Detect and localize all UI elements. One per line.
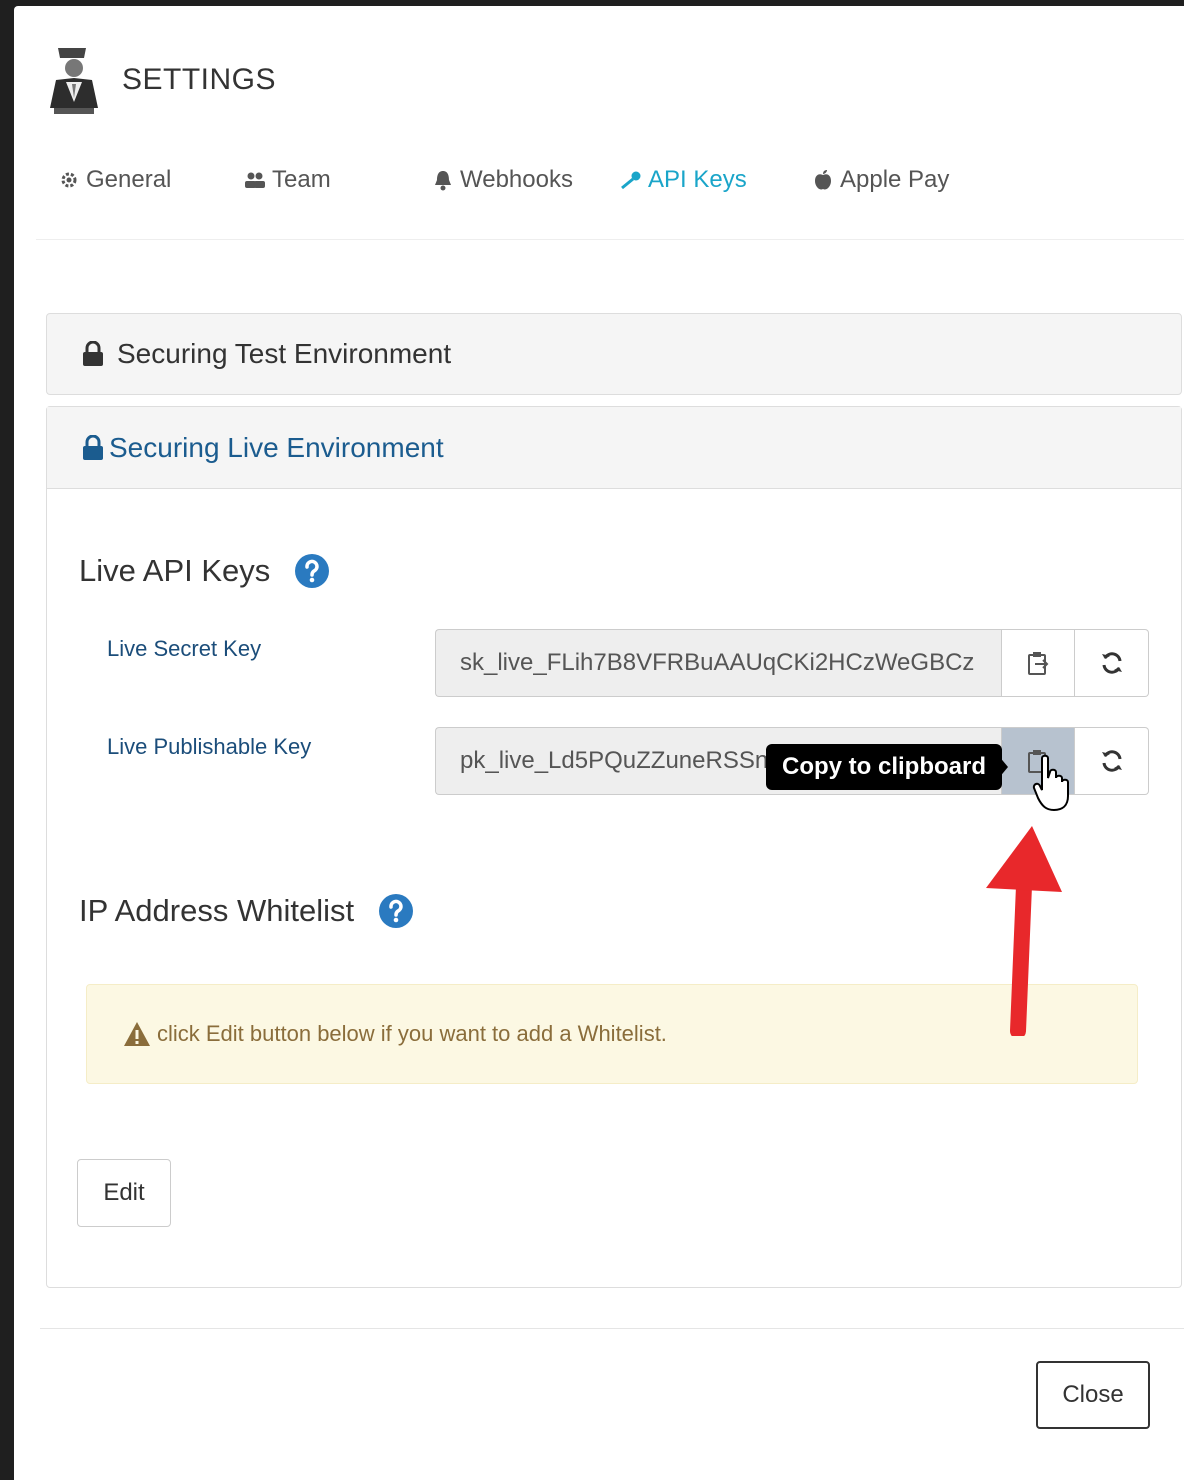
copy-tooltip: Copy to clipboard — [766, 744, 1002, 790]
logo-icon — [50, 48, 98, 114]
live-secret-key-label: Live Secret Key — [107, 636, 262, 661]
tab-label: General — [86, 166, 172, 193]
panel-test-title: Securing Test Environment — [117, 338, 452, 369]
copy-secret-key-button[interactable] — [1001, 629, 1075, 697]
panel-test-environment: Securing Test Environment — [46, 313, 1182, 395]
tab-general[interactable]: General — [58, 166, 171, 194]
tab-team[interactable]: Team — [244, 166, 331, 194]
settings-modal: SETTINGS General Team Webhooks API Keys — [14, 6, 1184, 1480]
close-button[interactable]: Close — [1036, 1361, 1150, 1429]
warning-icon — [124, 1022, 150, 1046]
copy-publishable-key-button[interactable] — [1001, 727, 1075, 795]
modal-header: SETTINGS — [46, 44, 276, 116]
clipboard-icon — [1028, 750, 1046, 773]
clipboard-icon — [1028, 652, 1049, 675]
live-publishable-key-label: Live Publishable Key — [107, 734, 312, 759]
whitelist-alert: click Edit button below if you want to a… — [86, 984, 1138, 1084]
panel-live-environment: Securing Live Environment Live API Keys … — [46, 406, 1182, 1288]
tab-label: Team — [272, 166, 331, 193]
key-icon — [620, 169, 642, 191]
gear-icon — [58, 169, 80, 191]
secret-key-field[interactable]: sk_live_FLih7B8VFRBuAAUqCKi2HCzWeGBCz — [435, 629, 1001, 697]
settings-tabs: General Team Webhooks API Keys Apple Pay — [58, 166, 1184, 206]
section-title-text: Live API Keys — [79, 553, 271, 588]
tab-webhooks[interactable]: Webhooks — [432, 166, 573, 194]
help-icon[interactable] — [378, 893, 414, 929]
footer-divider — [40, 1328, 1184, 1329]
tab-label: API Keys — [648, 166, 747, 193]
regenerate-secret-key-button[interactable] — [1075, 629, 1149, 697]
refresh-icon — [1101, 652, 1122, 674]
modal-title: SETTINGS — [122, 63, 277, 96]
refresh-icon — [1101, 750, 1122, 772]
tab-divider — [36, 239, 1184, 240]
regenerate-publishable-key-button[interactable] — [1075, 727, 1149, 795]
team-icon — [244, 169, 266, 191]
tooltip-arrow — [998, 755, 1008, 779]
tab-api-keys[interactable]: API Keys — [620, 166, 747, 194]
lock-icon — [83, 434, 103, 460]
alert-text: click Edit button below if you want to a… — [157, 1021, 667, 1046]
panel-live-header[interactable]: Securing Live Environment — [47, 407, 1181, 489]
tab-label: Webhooks — [460, 166, 573, 193]
lock-icon — [83, 341, 103, 366]
live-api-keys-heading: Live API Keys — [79, 553, 330, 589]
ip-whitelist-heading: IP Address Whitelist — [79, 893, 414, 929]
tab-label: Apple Pay — [840, 166, 950, 193]
apple-icon — [812, 169, 834, 191]
help-icon[interactable] — [294, 553, 330, 589]
panel-live-title: Securing Live Environment — [109, 431, 444, 463]
secret-key-group: sk_live_FLih7B8VFRBuAAUqCKi2HCzWeGBCz — [435, 629, 1149, 697]
edit-whitelist-button[interactable]: Edit — [77, 1159, 171, 1227]
section-title-text: IP Address Whitelist — [79, 893, 355, 928]
panel-test-header[interactable]: Securing Test Environment — [47, 314, 1181, 394]
tab-apple-pay[interactable]: Apple Pay — [812, 166, 949, 194]
bell-icon — [432, 169, 454, 191]
